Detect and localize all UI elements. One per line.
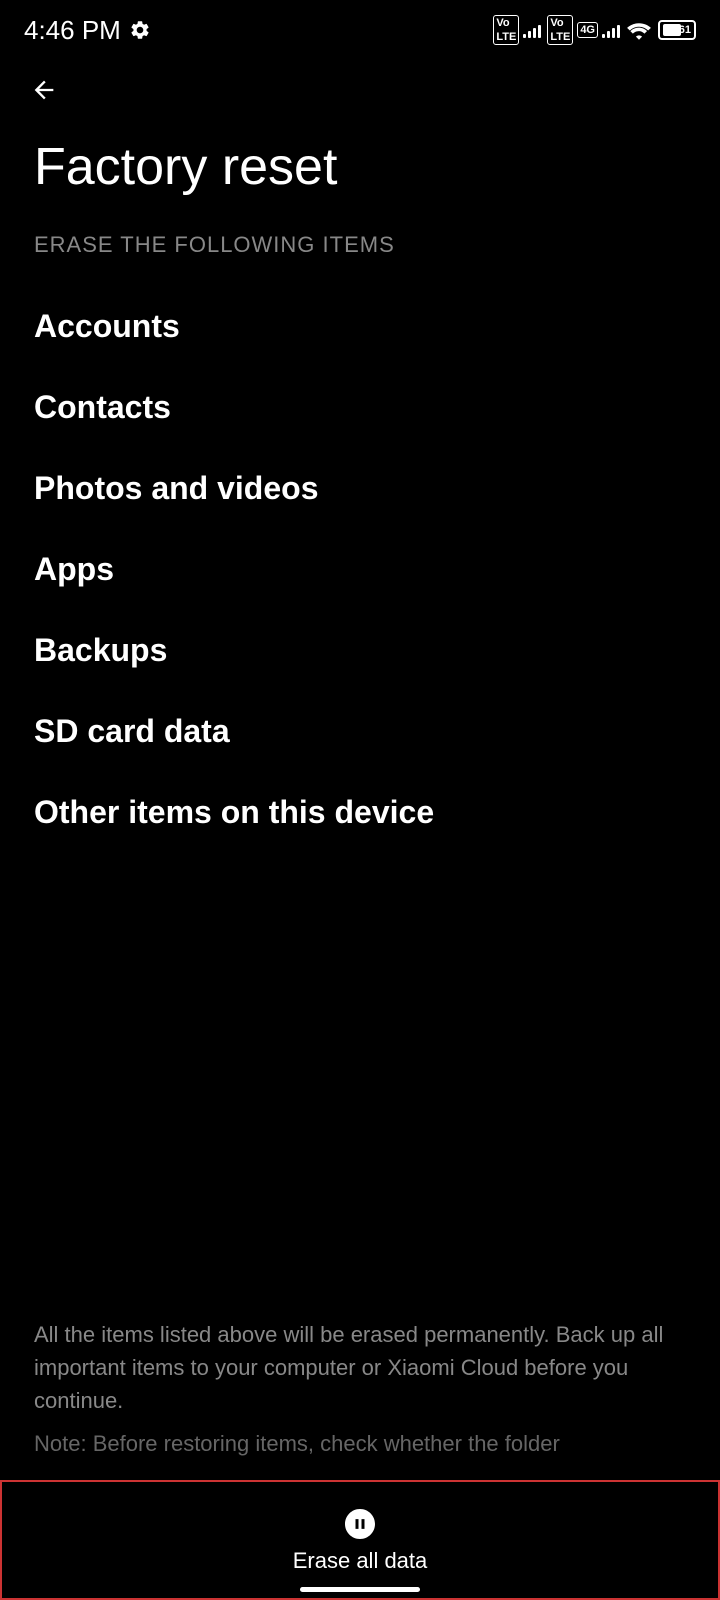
signal-bars-2 [602,22,620,38]
battery-percentage: 61 [679,24,691,36]
bar [523,34,526,38]
list-item-apps: Apps [34,529,686,610]
battery-indicator: 61 [658,20,696,40]
erase-items-list: Accounts Contacts Photos and videos Apps… [34,286,686,853]
erase-icon [342,1506,378,1542]
signal-group-2: VoLTE 4G [547,15,620,45]
bar [533,28,536,38]
bar [528,31,531,38]
list-item-photos: Photos and videos [34,448,686,529]
volte-badge-2: VoLTE [547,15,573,45]
wifi-icon [626,20,652,40]
status-right: VoLTE VoLTE 4G 61 [493,15,696,45]
gear-icon [129,19,151,41]
signal-group-1: VoLTE [493,15,541,45]
4g-badge: 4G [577,22,598,38]
status-left: 4:46 PM [24,15,151,46]
erase-button-container[interactable]: Erase all data [0,1480,720,1600]
signal-bars-1 [523,22,541,38]
main-content: Factory reset ERASE THE FOLLOWING ITEMS … [0,119,720,853]
bar [602,34,605,38]
erase-all-data-button[interactable]: Erase all data [293,1506,428,1574]
list-item-backups: Backups [34,610,686,691]
status-bar: 4:46 PM VoLTE VoLTE 4G [0,0,720,56]
status-time: 4:46 PM [24,15,121,46]
section-label: ERASE THE FOLLOWING ITEMS [34,232,686,258]
erase-button-label: Erase all data [293,1548,428,1574]
list-item-contacts: Contacts [34,367,686,448]
note-text: Note: Before restoring items, check whet… [34,1427,686,1460]
list-item-other: Other items on this device [34,772,686,853]
bar [612,28,615,38]
bar [538,25,541,38]
list-item-accounts: Accounts [34,286,686,367]
page-title: Factory reset [34,139,686,196]
list-item-sdcard: SD card data [34,691,686,772]
bar [617,25,620,38]
warning-text: All the items listed above will be erase… [34,1318,686,1417]
bottom-info: All the items listed above will be erase… [34,1318,686,1470]
volte-badge-1: VoLTE [493,15,519,45]
back-button[interactable] [0,56,720,119]
home-indicator [300,1587,420,1592]
bar [607,31,610,38]
